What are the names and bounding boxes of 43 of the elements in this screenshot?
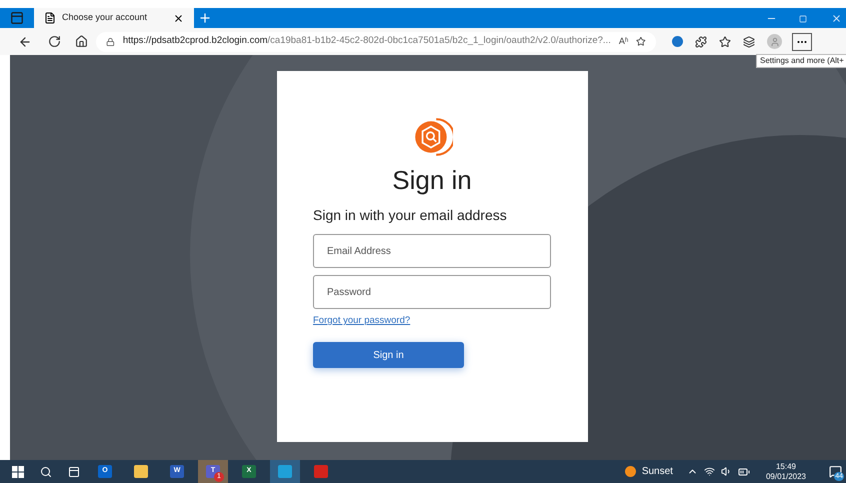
app-icon: [134, 465, 148, 478]
profile-avatar[interactable]: [767, 34, 782, 49]
extension-icon[interactable]: [672, 36, 683, 47]
windows-start-icon[interactable]: [12, 466, 24, 478]
volume-icon[interactable]: [720, 466, 732, 477]
battery-icon[interactable]: [738, 466, 750, 478]
back-icon[interactable]: [18, 34, 32, 48]
clock-date: 09/01/2023: [766, 472, 806, 482]
favorite-star-icon[interactable]: [636, 36, 646, 47]
tab-actions-icon[interactable]: [10, 11, 24, 25]
forgot-password-link[interactable]: Forgot your password?: [313, 314, 410, 328]
app-icon: [278, 465, 292, 478]
weather-icon: [624, 466, 636, 477]
address-field[interactable]: https://pdsatb2cprod.b2clogin.com/ca19ba81-b1b2-45c2-802d-0bc1ca7501a5/b2c_1_login/oauth2/v2.0/authorize?... Aʱ: [96, 32, 656, 52]
tooltip: Settings and more (Alt+: [756, 54, 846, 68]
home-icon[interactable]: [75, 35, 88, 48]
tab-title: Choose your account: [62, 11, 148, 24]
url-text: https://pdsatb2cprod.b2clogin.com/ca19ba81-b1b2-45c2-802d-0bc1ca7501a5/b2c_1_login/oauth2/v2.0/authorize?...: [122, 34, 611, 48]
lock-icon: [106, 36, 115, 46]
extensions-icon[interactable]: [695, 36, 707, 48]
refresh-icon[interactable]: [48, 35, 61, 48]
new-tab-icon[interactable]: [198, 11, 212, 25]
close-tab-icon[interactable]: [173, 12, 184, 24]
task-view-icon[interactable]: [68, 466, 80, 478]
settings-more-button[interactable]: [792, 32, 812, 50]
sign-in-button[interactable]: Sign in: [313, 342, 464, 368]
clock-time: 15:49: [776, 462, 796, 472]
wifi-icon[interactable]: [704, 466, 715, 477]
person-icon: [770, 36, 780, 46]
close-window-icon[interactable]: [831, 13, 842, 24]
sign-in-subtitle: Sign in with your email address: [313, 206, 508, 225]
email-field[interactable]: Email Address: [313, 234, 551, 268]
password-field[interactable]: Password: [313, 275, 551, 309]
sign-in-title: Sign in: [392, 167, 472, 193]
search-icon[interactable]: [40, 466, 52, 478]
maximize-icon[interactable]: [799, 15, 807, 23]
page-icon: [44, 12, 56, 24]
app-icon: [314, 465, 328, 478]
browser-tab[interactable]: Choose your account: [34, 8, 194, 28]
favorites-icon[interactable]: [719, 36, 731, 48]
read-aloud-icon[interactable]: Aʱ: [618, 34, 628, 48]
weather-label[interactable]: Sunset: [642, 464, 673, 479]
collections-icon[interactable]: [743, 36, 755, 48]
